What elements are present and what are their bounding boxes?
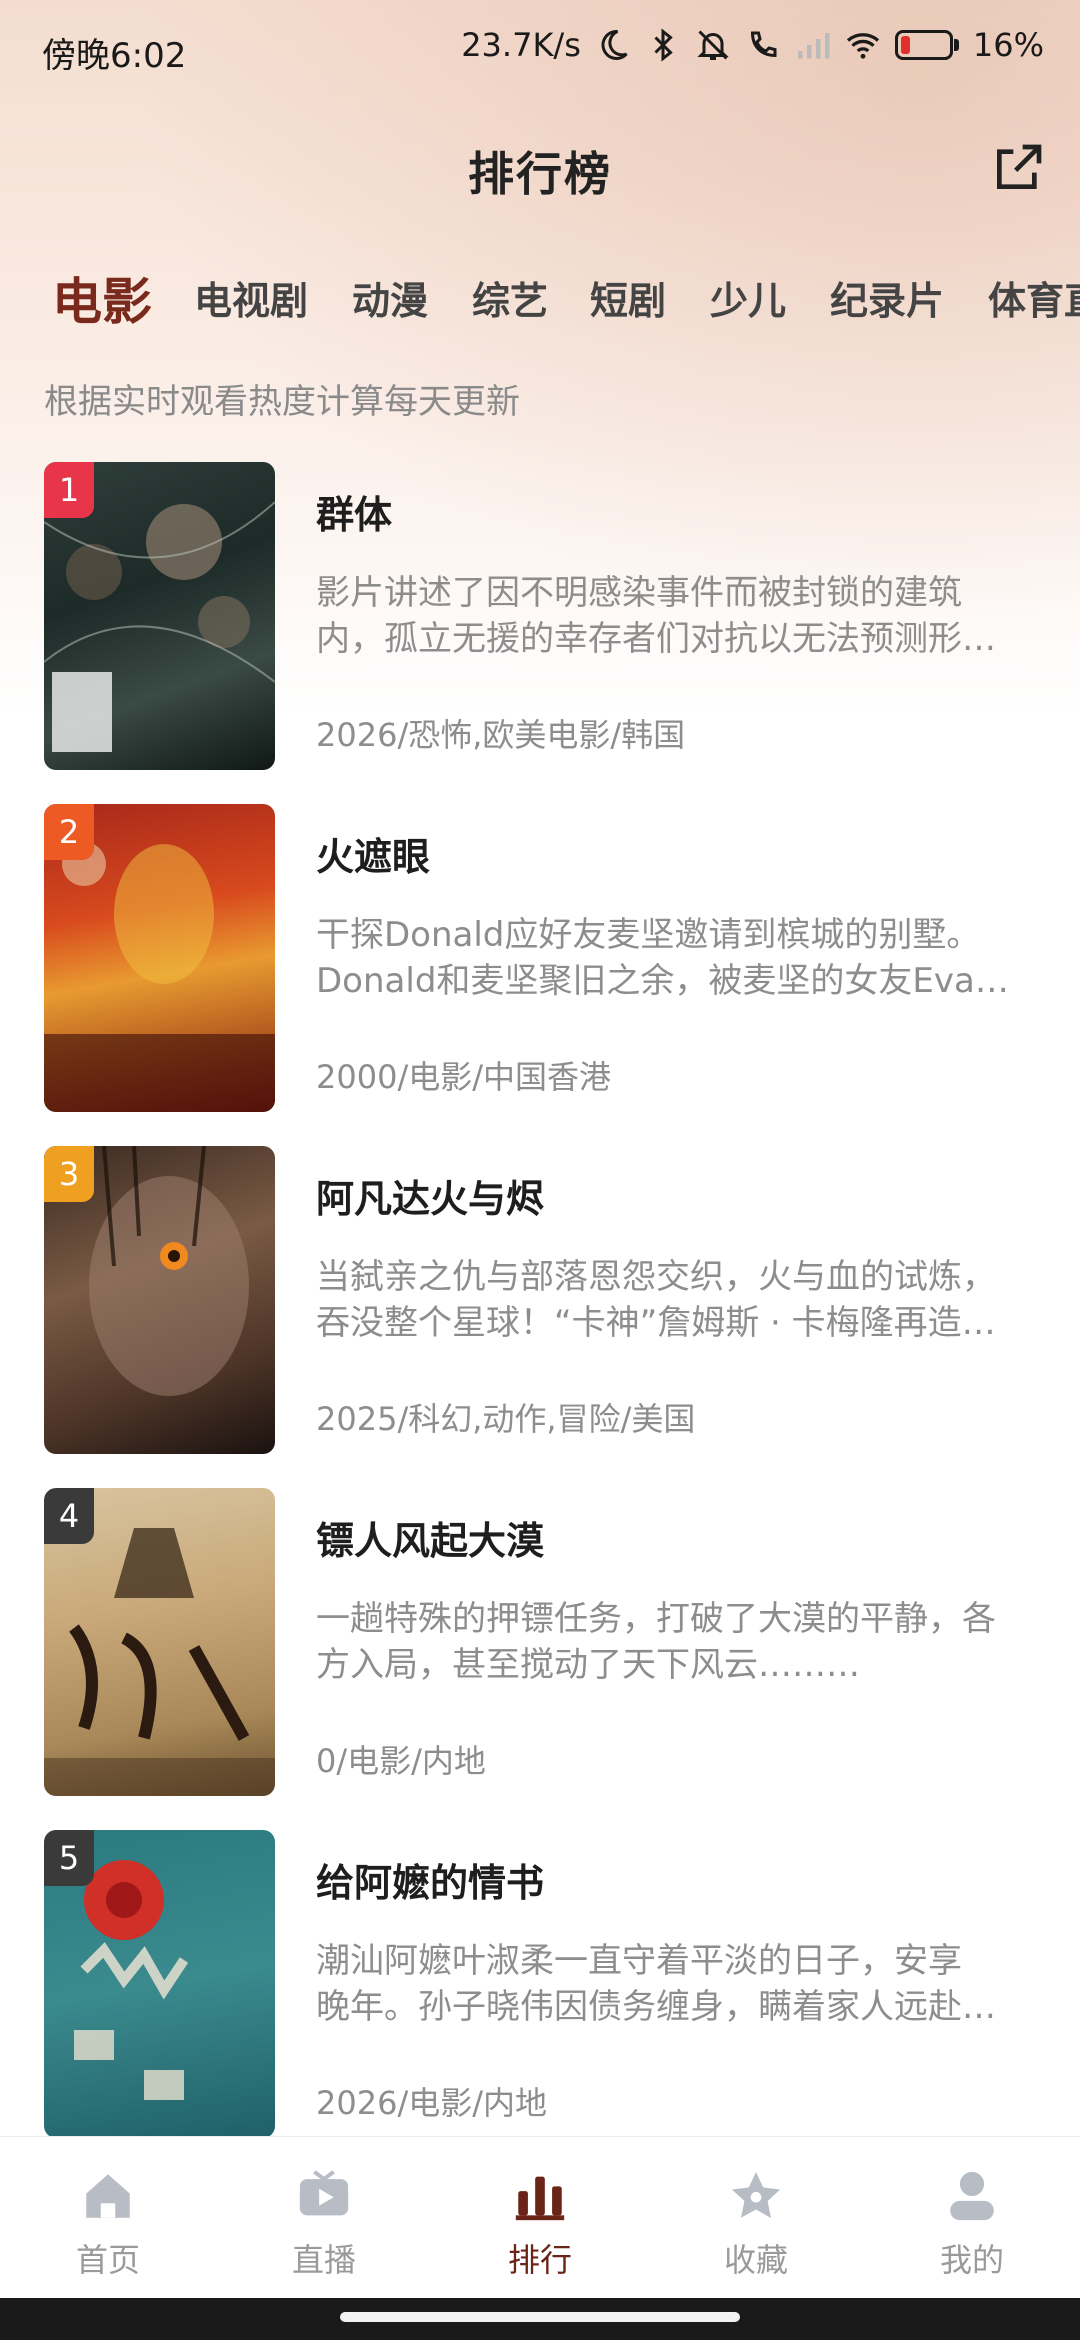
status-time: 傍晚6:02 <box>42 36 187 76</box>
description-line: 一趟特殊的押镖任务，打破了大漠的平静，各 <box>316 1599 996 1639</box>
bottom-navigation: 首页 直播 排行 收藏 我的 <box>0 2136 1080 2299</box>
item-description: 一趟特殊的押镖任务，打破了大漠的平静，各 方入局，甚至搅动了天下风云……… <box>316 1596 1036 1688</box>
status-icons: 23.7K/s 16% <box>461 26 1044 64</box>
app-header: 排行榜 <box>0 120 1080 220</box>
description-line: Donald和麦坚聚旧之余，被麦坚的女友Eva… <box>316 961 1009 1001</box>
description-line: 内，孤立无援的幸存者们对抗以无法预测形… <box>316 619 996 659</box>
list-item[interactable]: 1 群体 影片讲述了因不明感染事件而被封锁的建筑 内，孤立无援的幸存者们对抗以无… <box>0 462 1080 772</box>
nav-label: 首页 <box>75 2241 140 2279</box>
ranking-icon <box>515 2176 565 2221</box>
call-icon <box>750 31 777 58</box>
rank-badge: 2 <box>44 804 94 860</box>
list-item[interactable]: 4 镖人风起大漠 一趟特殊的押镖任务，打破了大漠的平静，各 方入局，甚至搅动了天… <box>0 1488 1080 1798</box>
item-description: 干探Donald应好友麦坚邀请到槟城的别墅。 Donald和麦坚聚旧之余，被麦坚… <box>316 912 1036 1004</box>
net-speed: 23.7K/s <box>461 26 581 64</box>
nav-label: 收藏 <box>723 2241 788 2279</box>
battery-icon <box>894 30 959 60</box>
item-title[interactable]: 给阿嬷的情书 <box>316 1852 544 1907</box>
item-description: 影片讲述了因不明感染事件而被封锁的建筑 内，孤立无援的幸存者们对抗以无法预测形… <box>316 570 1036 662</box>
rank-badge: 5 <box>44 1830 94 1886</box>
list-item[interactable]: 5 给阿嬷的情书 潮汕阿嬷叶淑柔一直守着平淡的日子，安享 晚年。孙子晓伟因债务缠… <box>0 1830 1080 2140</box>
moon-icon <box>601 29 628 60</box>
system-home-bar <box>0 2298 1080 2340</box>
tab-tv-series[interactable]: 电视剧 <box>194 270 308 325</box>
item-meta: 2025/科幻,动作,冒险/美国 <box>316 1400 696 1438</box>
description-line: 吞没整个星球！“卡神”詹姆斯 · 卡梅隆再造… <box>316 1303 996 1343</box>
nav-ranking[interactable]: 排行 <box>432 2167 648 2281</box>
user-icon <box>950 2171 994 2221</box>
item-title[interactable]: 群体 <box>316 484 392 539</box>
nav-live[interactable]: 直播 <box>216 2167 432 2281</box>
signal-icon <box>797 33 830 59</box>
description-line: 方入局，甚至搅动了天下风云……… <box>316 1645 860 1685</box>
item-title[interactable]: 火遮眼 <box>316 826 430 881</box>
share-icon[interactable] <box>990 140 1046 196</box>
nav-favorites[interactable]: 收藏 <box>648 2167 864 2281</box>
poster-image[interactable]: 5 <box>44 1830 275 2138</box>
tab-short-drama[interactable]: 短剧 <box>590 270 666 325</box>
nav-home[interactable]: 首页 <box>0 2167 216 2281</box>
list-item[interactable]: 2 火遮眼 干探Donald应好友麦坚邀请到槟城的别墅。 Donald和麦坚聚旧… <box>0 804 1080 1114</box>
wifi-icon <box>846 33 879 59</box>
item-description: 潮汕阿嬷叶淑柔一直守着平淡的日子，安享 晚年。孙子晓伟因债务缠身，瞒着家人远赴… <box>316 1938 1036 2030</box>
poster-image[interactable]: 3 <box>44 1146 275 1454</box>
rank-badge: 4 <box>44 1488 94 1544</box>
description-line: 潮汕阿嬷叶淑柔一直守着平淡的日子，安享 <box>316 1941 962 1981</box>
tab-kids[interactable]: 少儿 <box>710 270 786 325</box>
rank-badge: 3 <box>44 1146 94 1202</box>
home-icon <box>86 2174 130 2218</box>
tab-sports[interactable]: 体育直 <box>988 270 1080 325</box>
poster-image[interactable]: 4 <box>44 1488 275 1796</box>
item-meta: 0/电影/内地 <box>316 1742 486 1780</box>
item-description: 当弑亲之仇与部落恩怨交织，火与血的试炼， 吞没整个星球！“卡神”詹姆斯 · 卡梅… <box>316 1254 1036 1346</box>
ranking-subtitle: 根据实时观看热度计算每天更新 <box>44 382 520 422</box>
page-title: 排行榜 <box>468 147 612 201</box>
nav-label: 我的 <box>939 2241 1004 2279</box>
tab-documentary[interactable]: 纪录片 <box>830 270 944 325</box>
item-meta: 2026/恐怖,欧美电影/韩国 <box>316 716 686 754</box>
tab-movie[interactable]: 电影 <box>52 270 152 334</box>
description-line: 干探Donald应好友麦坚邀请到槟城的别墅。 <box>316 915 981 955</box>
tab-variety[interactable]: 综艺 <box>472 270 548 325</box>
item-title[interactable]: 镖人风起大漠 <box>316 1510 544 1565</box>
description-line: 晚年。孙子晓伟因债务缠身，瞒着家人远赴… <box>316 1987 996 2027</box>
description-line: 当弑亲之仇与部落恩怨交织，火与血的试炼， <box>316 1257 996 1297</box>
list-item[interactable]: 3 阿凡达火与烬 当弑亲之仇与部落恩怨交织，火与血的试炼， 吞没整个星球！“卡神… <box>0 1146 1080 1456</box>
nav-label: 排行 <box>507 2241 572 2279</box>
nav-label: 直播 <box>291 2241 356 2279</box>
mute-bell-icon <box>697 30 729 60</box>
battery-percent: 16% <box>972 26 1044 64</box>
item-title[interactable]: 阿凡达火与烬 <box>316 1168 544 1223</box>
star-icon <box>731 2171 781 2218</box>
item-meta: 2026/电影/内地 <box>316 2084 548 2122</box>
nav-profile[interactable]: 我的 <box>864 2167 1080 2281</box>
item-meta: 2000/电影/中国香港 <box>316 1058 612 1096</box>
poster-image[interactable]: 1 <box>44 462 275 770</box>
bluetooth-icon <box>654 28 673 62</box>
poster-image[interactable]: 2 <box>44 804 275 1112</box>
home-indicator[interactable] <box>340 2312 740 2322</box>
status-bar: 傍晚6:02 23.7K/s 16% <box>0 0 1080 96</box>
category-tabs: 电影 电视剧 动漫 综艺 短剧 少儿 纪录片 体育直 <box>0 270 1080 350</box>
tv-icon <box>299 2170 349 2216</box>
rank-badge: 1 <box>44 462 94 518</box>
description-line: 影片讲述了因不明感染事件而被封锁的建筑 <box>316 573 962 613</box>
tab-anime[interactable]: 动漫 <box>352 270 428 325</box>
